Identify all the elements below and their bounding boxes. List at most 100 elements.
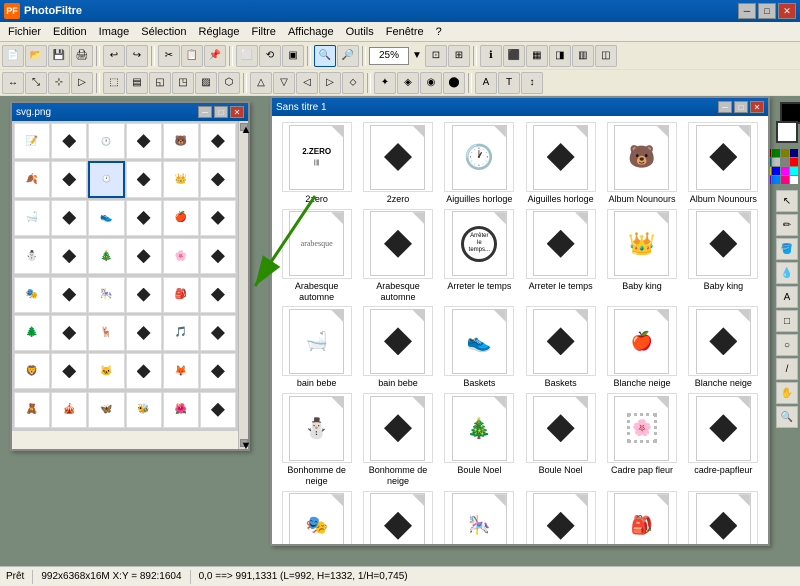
gallery-close-btn[interactable]: ✕ — [750, 101, 764, 113]
thumb-item[interactable] — [51, 277, 87, 313]
menu-edition[interactable]: Edition — [47, 24, 93, 40]
filter-btn[interactable]: ▣ — [282, 45, 304, 67]
gallery-item-arabesque-1[interactable]: arabesque Arabesque automne — [278, 209, 355, 303]
thumb-item[interactable]: 🌸 — [163, 238, 199, 274]
color-magenta[interactable] — [781, 167, 789, 175]
color-green[interactable] — [772, 149, 780, 157]
gallery-item-carnaval-2[interactable]: Carnaval de Veni — [359, 491, 436, 544]
color-blue[interactable] — [772, 167, 780, 175]
gallery-item-album-2[interactable]: Album Nounours — [685, 122, 762, 205]
gallery-item-boule-2[interactable]: Boule Noel — [522, 393, 599, 487]
close-button[interactable]: ✕ — [778, 3, 796, 19]
thumb-item[interactable]: 🎵 — [163, 315, 199, 351]
info-btn[interactable]: ℹ — [480, 45, 502, 67]
thumbnail-scrollbar[interactable]: ▲ ▼ — [238, 121, 248, 449]
fit2-btn[interactable]: ⊞ — [448, 45, 470, 67]
thumb-item[interactable]: 🧸 — [14, 392, 50, 428]
zoom-in-btn[interactable]: 🔍 — [314, 45, 336, 67]
zoom-input[interactable]: 25% — [369, 47, 409, 65]
thumb-item[interactable] — [200, 238, 236, 274]
gallery-item-aiguilles-1[interactable]: 🕐 Aiguilles horloge — [441, 122, 518, 205]
t19[interactable]: ⬤ — [443, 72, 465, 94]
menu-help[interactable]: ? — [430, 24, 448, 40]
gallery-item-bonhomme-1[interactable]: ⛄ Bonhomme de neige — [278, 393, 355, 487]
fit-btn[interactable]: ⊡ — [425, 45, 447, 67]
thumb-item[interactable]: 🕐 — [88, 161, 124, 197]
thumb-item[interactable] — [126, 200, 162, 236]
scroll-up-btn[interactable]: ▲ — [240, 123, 248, 131]
gallery-item-cartable-2[interactable]: Cartable écolier — [685, 491, 762, 544]
thumb-item[interactable] — [126, 315, 162, 351]
t9[interactable]: ▨ — [195, 72, 217, 94]
t12[interactable]: ▽ — [273, 72, 295, 94]
thumb-item[interactable] — [126, 161, 162, 197]
thumb-item[interactable] — [200, 315, 236, 351]
thumb-item[interactable]: 🦌 — [88, 315, 124, 351]
t10[interactable]: ⬡ — [218, 72, 240, 94]
color-red[interactable] — [790, 158, 798, 166]
gallery-item-arreter-1[interactable]: Arrêterletemps... Arreter le temps — [441, 209, 518, 303]
thumb-item[interactable] — [126, 277, 162, 313]
redo-btn[interactable]: ↪ — [126, 45, 148, 67]
scroll-down-btn[interactable]: ▼ — [240, 439, 248, 447]
paint-tool-btn[interactable]: ✏ — [776, 214, 798, 236]
gallery-minimize-btn[interactable]: ─ — [718, 101, 732, 113]
gallery-item-2zero-2[interactable]: 2zero — [359, 122, 436, 205]
thumb-item[interactable] — [126, 123, 162, 159]
thumb-item[interactable]: 🎒 — [163, 277, 199, 313]
transform-btn[interactable]: ⟲ — [259, 45, 281, 67]
color-olive[interactable] — [781, 149, 789, 157]
thumb-item[interactable]: 🍎 — [163, 200, 199, 236]
t8[interactable]: ◳ — [172, 72, 194, 94]
gallery-item-boule-1[interactable]: 🎄 Boule Noel — [441, 393, 518, 487]
thumbnail-maximize-btn[interactable]: □ — [214, 106, 228, 118]
thumb-item[interactable]: 📝 — [14, 123, 50, 159]
thumb-item[interactable]: 🦊 — [163, 353, 199, 389]
color-pink[interactable] — [781, 176, 789, 184]
extra3-btn[interactable]: ◨ — [549, 45, 571, 67]
fill-tool-btn[interactable]: 🪣 — [776, 238, 798, 260]
new-file-btn[interactable]: 📄 — [2, 45, 24, 67]
thumb-item[interactable] — [200, 123, 236, 159]
thumb-item[interactable] — [126, 353, 162, 389]
extra4-btn[interactable]: ▥ — [572, 45, 594, 67]
t16[interactable]: ✦ — [374, 72, 396, 94]
thumb-item[interactable] — [51, 123, 87, 159]
line-tool-btn[interactable]: / — [776, 358, 798, 380]
thumb-item[interactable]: 🦁 — [14, 353, 50, 389]
menu-image[interactable]: Image — [93, 24, 136, 40]
thumb-item[interactable] — [200, 200, 236, 236]
t3[interactable]: ⊹ — [48, 72, 70, 94]
gallery-item-aiguilles-2[interactable]: Aiguilles horloge — [522, 122, 599, 205]
t22[interactable]: ↕ — [521, 72, 543, 94]
gallery-item-arreter-2[interactable]: Arreter le temps — [522, 209, 599, 303]
color-ltblue[interactable] — [772, 176, 780, 184]
color-gray[interactable] — [781, 158, 789, 166]
t4[interactable]: ▷ — [71, 72, 93, 94]
thumb-item[interactable]: ⛄ — [14, 238, 50, 274]
zoom-dropdown-icon[interactable]: ▼ — [412, 50, 422, 61]
ellipse-tool-btn[interactable]: ○ — [776, 334, 798, 356]
t21[interactable]: T — [498, 72, 520, 94]
gallery-item-bonhomme-2[interactable]: Bonhomme de neige — [359, 393, 436, 487]
t20[interactable]: A — [475, 72, 497, 94]
menu-filtre[interactable]: Filtre — [245, 24, 281, 40]
thumb-item[interactable] — [51, 161, 87, 197]
menu-fenetre[interactable]: Fenêtre — [380, 24, 430, 40]
thumb-item[interactable]: 👑 — [163, 161, 199, 197]
menu-fichier[interactable]: Fichier — [2, 24, 47, 40]
t5[interactable]: ⬚ — [103, 72, 125, 94]
thumb-item[interactable]: 🐝 — [126, 392, 162, 428]
gallery-item-baskets-1[interactable]: 👟 Baskets — [441, 306, 518, 389]
menu-selection[interactable]: Sélection — [135, 24, 192, 40]
t15[interactable]: ⬦ — [342, 72, 364, 94]
extra1-btn[interactable]: ⬛ — [503, 45, 525, 67]
thumb-item[interactable]: 🐻 — [163, 123, 199, 159]
gallery-item-album-1[interactable]: 🐻 Album Nounours — [603, 122, 680, 205]
thumb-item[interactable]: 🌺 — [163, 392, 199, 428]
gallery-item-bain-1[interactable]: 🛁 bain bebe — [278, 306, 355, 389]
color-navy[interactable] — [790, 149, 798, 157]
undo-btn[interactable]: ↩ — [103, 45, 125, 67]
select-all-btn[interactable]: ⬜ — [236, 45, 258, 67]
maximize-button[interactable]: □ — [758, 3, 776, 19]
